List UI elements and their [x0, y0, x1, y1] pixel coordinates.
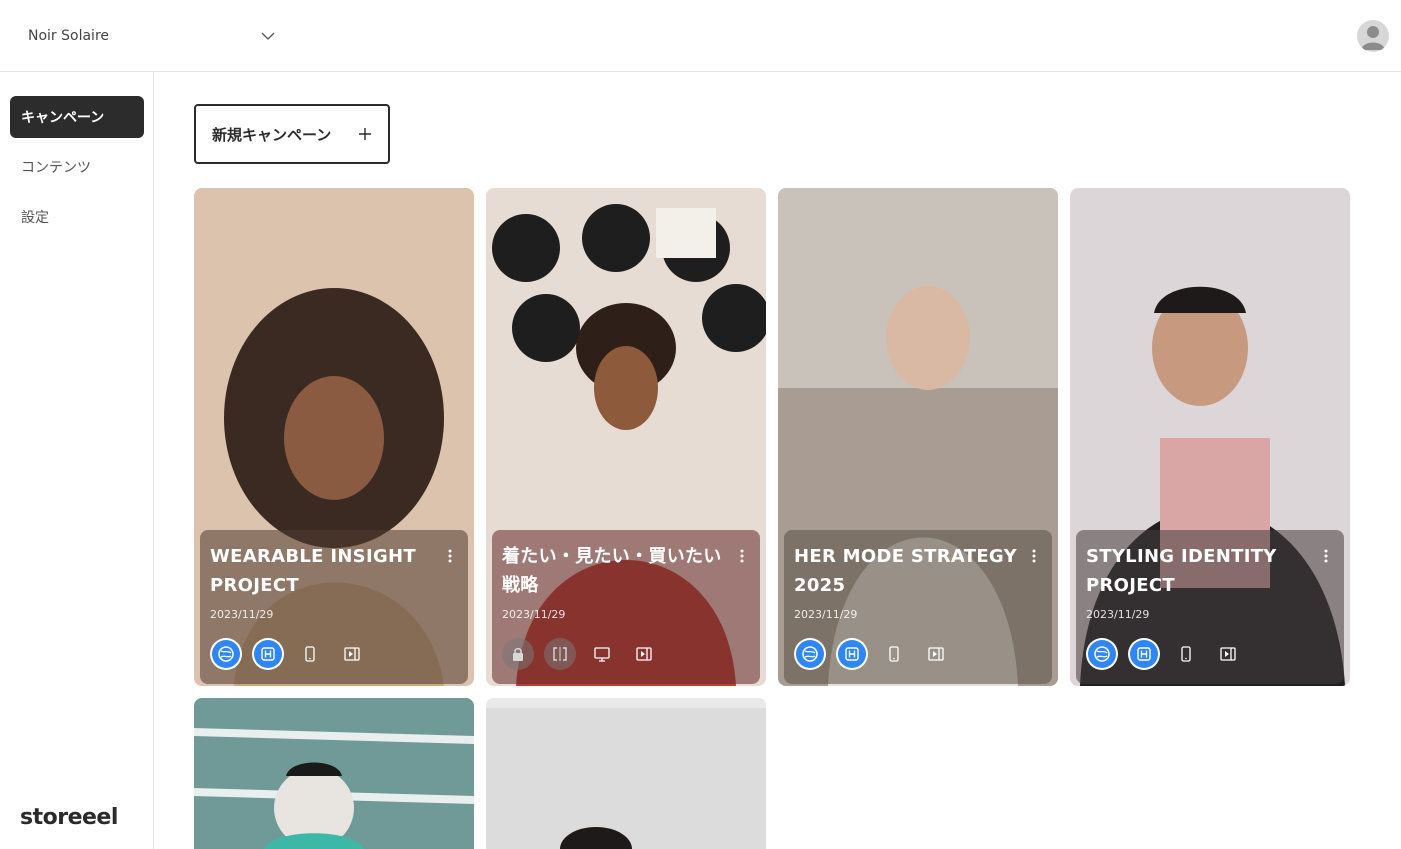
- sidebar-item-label: コンテンツ: [21, 160, 91, 176]
- sidebar: キャンペーン コンテンツ 設定 storeeel: [0, 72, 154, 849]
- top-header: Noir Solaire: [0, 0, 1401, 72]
- h-badge-icon: [1128, 638, 1160, 670]
- card-info-panel: STYLING IDENTITY PROJECT 2023/11/29: [1076, 530, 1344, 684]
- more-vertical-icon[interactable]: [1318, 546, 1334, 566]
- card-title: 着たい・見たい・買いたい戦略: [502, 546, 722, 596]
- sidebar-item-label: 設定: [21, 210, 49, 226]
- card-date: 2023/11/29: [502, 608, 566, 621]
- campaign-card[interactable]: [486, 698, 766, 849]
- player-icon: [628, 638, 660, 670]
- card-info-panel: 着たい・見たい・買いたい戦略 2023/11/29: [492, 530, 760, 684]
- card-status-icons: [1086, 638, 1244, 670]
- plus-icon: [359, 128, 371, 140]
- campaign-card[interactable]: [194, 698, 474, 849]
- brand-logo: storeeel: [20, 805, 118, 830]
- split-icon: [544, 638, 576, 670]
- campaign-thumbnail: [194, 698, 474, 849]
- more-vertical-icon[interactable]: [734, 546, 750, 566]
- campaign-card[interactable]: 着たい・見たい・買いたい戦略 2023/11/29: [486, 188, 766, 686]
- mobile-icon: [294, 638, 326, 670]
- card-status-icons: [502, 638, 660, 670]
- card-info-panel: WEARABLE INSIGHT PROJECT 2023/11/29: [200, 530, 468, 684]
- h-badge-icon: [836, 638, 868, 670]
- player-icon: [336, 638, 368, 670]
- more-vertical-icon[interactable]: [442, 546, 458, 566]
- store-selector[interactable]: Noir Solaire: [28, 18, 276, 54]
- player-icon: [920, 638, 952, 670]
- store-name: Noir Solaire: [28, 28, 110, 44]
- card-title: HER MODE STRATEGY 2025: [794, 546, 1017, 596]
- card-title: WEARABLE INSIGHT PROJECT: [210, 546, 416, 596]
- sidebar-item-contents[interactable]: コンテンツ: [10, 146, 144, 188]
- card-status-icons: [794, 638, 952, 670]
- new-campaign-label: 新規キャンペーン: [212, 125, 332, 144]
- new-campaign-button[interactable]: 新規キャンペーン: [194, 104, 390, 164]
- campaign-card[interactable]: WEARABLE INSIGHT PROJECT 2023/11/29: [194, 188, 474, 686]
- campaign-card[interactable]: STYLING IDENTITY PROJECT 2023/11/29: [1070, 188, 1350, 686]
- mobile-icon: [1170, 638, 1202, 670]
- card-info-panel: HER MODE STRATEGY 2025 2023/11/29: [784, 530, 1052, 684]
- campaign-card[interactable]: HER MODE STRATEGY 2025 2023/11/29: [778, 188, 1058, 686]
- globe-icon: [794, 638, 826, 670]
- desktop-icon: [586, 638, 618, 670]
- chevron-down-icon: [261, 32, 275, 40]
- sidebar-item-label: キャンペーン: [21, 110, 105, 126]
- campaign-thumbnail: [486, 698, 766, 849]
- mobile-icon: [878, 638, 910, 670]
- globe-icon: [210, 638, 242, 670]
- sidebar-item-settings[interactable]: 設定: [10, 196, 144, 238]
- card-status-icons: [210, 638, 368, 670]
- card-date: 2023/11/29: [1086, 608, 1150, 621]
- h-badge-icon: [252, 638, 284, 670]
- more-vertical-icon[interactable]: [1026, 546, 1042, 566]
- user-icon: [1361, 26, 1385, 50]
- user-avatar[interactable]: [1357, 20, 1389, 52]
- card-date: 2023/11/29: [794, 608, 858, 621]
- globe-icon: [1086, 638, 1118, 670]
- card-title: STYLING IDENTITY PROJECT: [1086, 546, 1277, 596]
- lock-icon: [502, 638, 534, 670]
- sidebar-item-campaigns[interactable]: キャンペーン: [10, 96, 144, 138]
- card-date: 2023/11/29: [210, 608, 274, 621]
- player-icon: [1212, 638, 1244, 670]
